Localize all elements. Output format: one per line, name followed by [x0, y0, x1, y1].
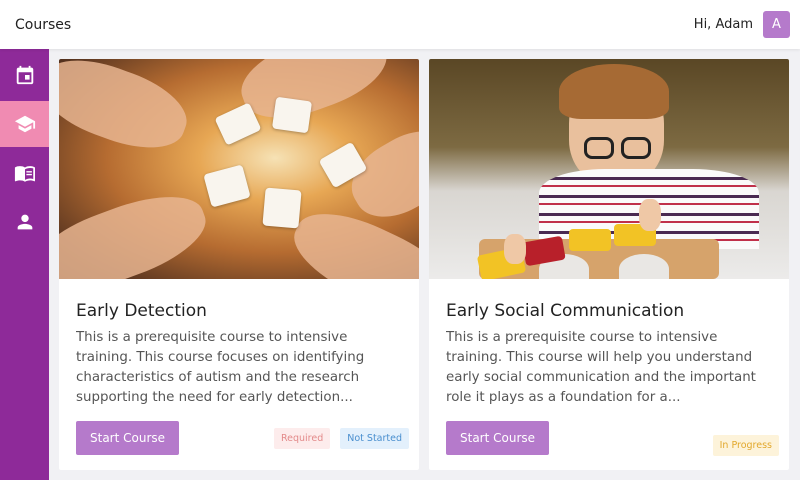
- graduation-cap-icon: [14, 115, 35, 133]
- course-title: Early Detection: [76, 301, 207, 321]
- course-image: [429, 59, 789, 279]
- top-bar: Courses Hi, Adam A: [0, 0, 800, 49]
- course-description: This is a prerequisite course to intensi…: [76, 330, 365, 405]
- user-greeting: Hi, Adam: [693, 17, 753, 32]
- course-grid: Early Detection This is a prerequisite c…: [49, 49, 800, 480]
- required-badge: Required: [273, 427, 331, 449]
- course-description: This is a prerequisite course to intensi…: [446, 330, 756, 405]
- sidebar: [0, 49, 49, 480]
- book-icon: [14, 166, 35, 182]
- start-course-button[interactable]: Start Course: [76, 421, 180, 455]
- page-title: Courses: [15, 16, 72, 33]
- status-badge: In Progress: [712, 434, 779, 456]
- sidebar-item-library[interactable]: [0, 150, 49, 196]
- course-card[interactable]: Early Social Communication This is a pre…: [429, 59, 789, 470]
- user-icon: [17, 214, 32, 230]
- calendar-icon: [16, 65, 33, 85]
- sidebar-item-courses[interactable]: [0, 101, 49, 147]
- sidebar-item-profile[interactable]: [0, 199, 49, 245]
- avatar[interactable]: A: [763, 11, 790, 38]
- start-course-button[interactable]: Start Course: [446, 421, 550, 455]
- sidebar-item-calendar[interactable]: [0, 52, 49, 98]
- course-title: Early Social Communication: [446, 301, 685, 321]
- course-image: [59, 59, 419, 279]
- status-badge: Not Started: [340, 427, 409, 449]
- user-menu[interactable]: Hi, Adam A: [694, 11, 790, 38]
- course-card[interactable]: Early Detection This is a prerequisite c…: [59, 59, 419, 470]
